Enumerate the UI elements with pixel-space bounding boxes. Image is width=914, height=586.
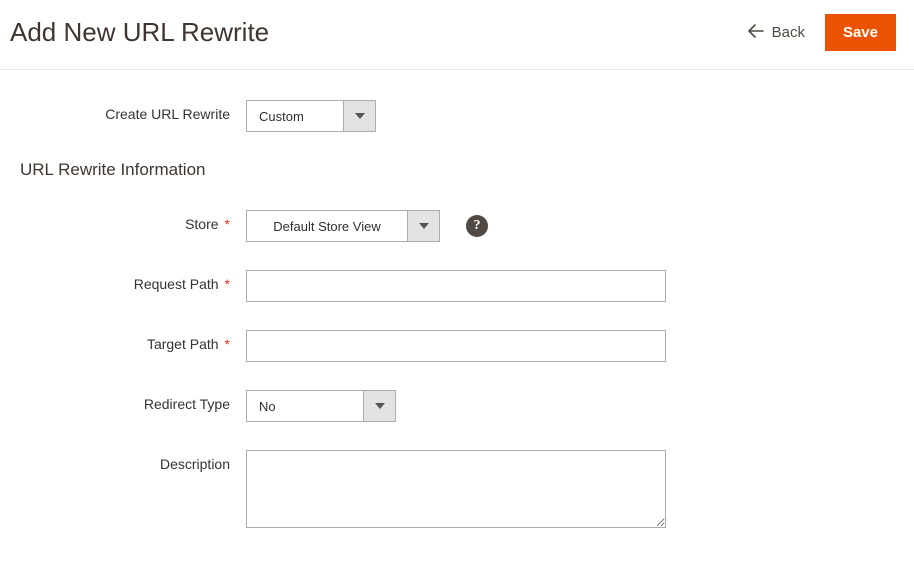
header-actions: Back Save — [742, 14, 896, 51]
request-path-input[interactable] — [246, 270, 666, 302]
create-url-rewrite-value: Custom — [247, 101, 343, 131]
required-indicator: * — [225, 276, 230, 292]
chevron-down-icon — [407, 211, 439, 241]
arrow-left-icon — [748, 24, 764, 42]
chevron-down-icon — [363, 391, 395, 421]
help-icon[interactable]: ? — [466, 215, 488, 237]
request-path-row: Request Path * — [10, 270, 904, 302]
description-textarea[interactable] — [246, 450, 666, 528]
store-label: Store — [185, 216, 218, 232]
target-path-input[interactable] — [246, 330, 666, 362]
required-indicator: * — [225, 336, 230, 352]
chevron-down-icon — [343, 101, 375, 131]
create-url-rewrite-label: Create URL Rewrite — [10, 100, 246, 122]
form-content: Create URL Rewrite Custom URL Rewrite In… — [0, 70, 914, 586]
redirect-type-select[interactable]: No — [246, 390, 396, 422]
back-button[interactable]: Back — [742, 16, 811, 50]
redirect-type-value: No — [247, 391, 363, 421]
redirect-type-row: Redirect Type No — [10, 390, 904, 422]
request-path-label: Request Path — [134, 276, 219, 292]
target-path-label: Target Path — [147, 336, 219, 352]
back-button-label: Back — [772, 24, 805, 41]
store-value: Default Store View — [247, 211, 407, 241]
description-row: Description — [10, 450, 904, 528]
page-title: Add New URL Rewrite — [10, 17, 269, 48]
store-select[interactable]: Default Store View — [246, 210, 440, 242]
store-row: Store * Default Store View ? — [10, 210, 904, 242]
page-header: Add New URL Rewrite Back Save — [0, 0, 914, 70]
redirect-type-label: Redirect Type — [144, 396, 230, 412]
target-path-row: Target Path * — [10, 330, 904, 362]
description-label: Description — [160, 456, 230, 472]
save-button[interactable]: Save — [825, 14, 896, 51]
required-indicator: * — [225, 216, 230, 232]
create-url-rewrite-row: Create URL Rewrite Custom — [10, 100, 904, 132]
section-title: URL Rewrite Information — [20, 160, 904, 180]
create-url-rewrite-select[interactable]: Custom — [246, 100, 376, 132]
